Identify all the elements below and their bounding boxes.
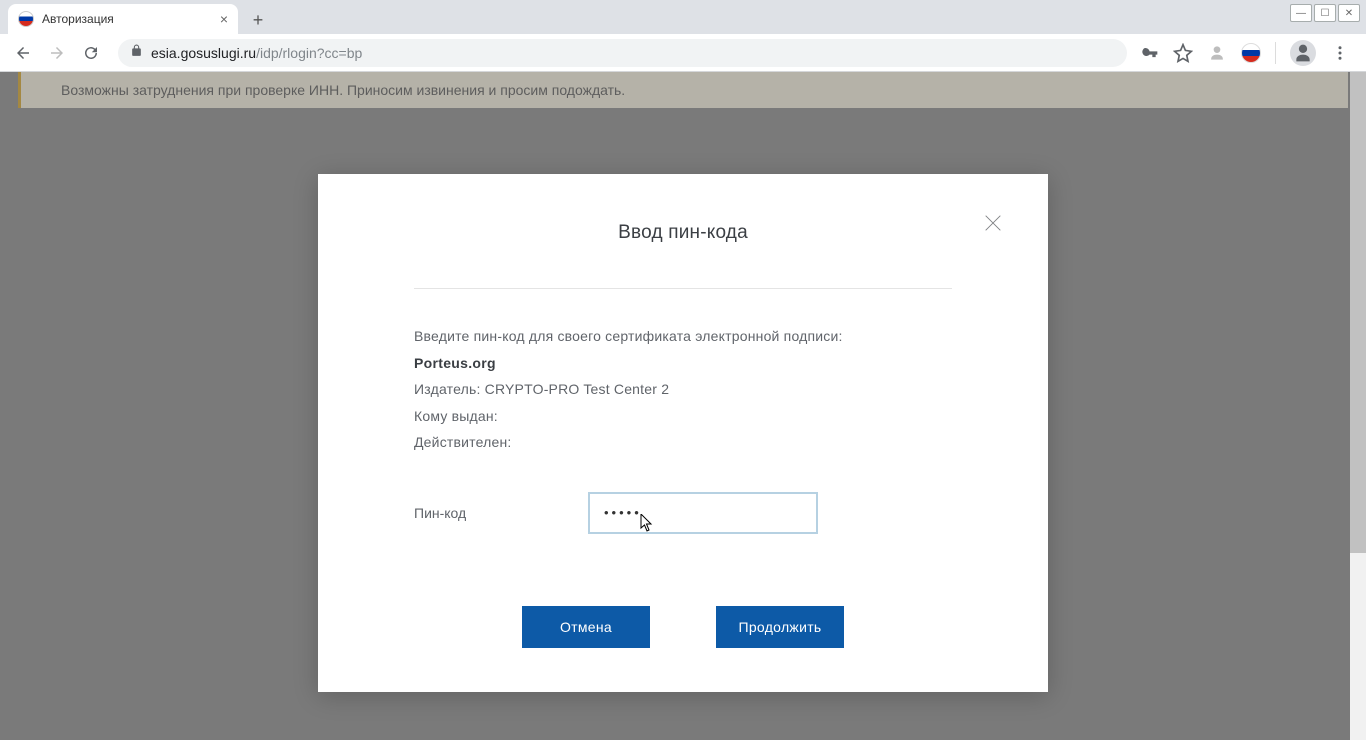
close-icon[interactable]: × — [220, 11, 228, 27]
pin-label: Пин-код — [414, 505, 588, 521]
scrollbar[interactable] — [1350, 72, 1366, 740]
issuer-label: Издатель: — [414, 381, 481, 397]
omnibox[interactable]: esia.gosuslugi.ru/idp/rlogin?cc=bp — [118, 39, 1127, 67]
url-path: /idp/rlogin?cc=bp — [256, 45, 362, 61]
scrollbar-thumb[interactable] — [1350, 72, 1366, 553]
tab-strip: Авторизация × + — ☐ ✕ — [0, 0, 1366, 34]
issuer-value: CRYPTO-PRO Test Center 2 — [485, 381, 670, 397]
star-icon[interactable] — [1173, 43, 1193, 63]
dialog-title: Ввод пин-кода — [414, 222, 952, 244]
subject-label: Кому выдан: — [414, 408, 498, 424]
continue-button[interactable]: Продолжить — [716, 606, 844, 648]
close-window-button[interactable]: ✕ — [1338, 4, 1360, 22]
key-icon[interactable] — [1139, 43, 1159, 63]
dialog-instruction: Введите пин-код для своего сертификата э… — [414, 323, 952, 350]
forward-button[interactable] — [42, 38, 72, 68]
profile-avatar[interactable] — [1290, 40, 1316, 66]
flag-ru-icon — [18, 11, 34, 27]
reload-button[interactable] — [76, 38, 106, 68]
divider — [414, 288, 952, 289]
subject-row: Кому выдан: — [414, 403, 952, 430]
url-host: esia.gosuslugi.ru — [151, 45, 256, 61]
new-tab-button[interactable]: + — [244, 6, 272, 34]
flag-ru-icon[interactable] — [1241, 43, 1261, 63]
toolbar-right — [1139, 40, 1358, 66]
minimize-button[interactable]: — — [1290, 4, 1312, 22]
url-text: esia.gosuslugi.ru/idp/rlogin?cc=bp — [151, 45, 362, 61]
issuer-row: Издатель: CRYPTO-PRO Test Center 2 — [414, 376, 952, 403]
valid-label: Действителен: — [414, 434, 512, 450]
pin-dialog: Ввод пин-кода Введите пин-код для своего… — [318, 174, 1048, 692]
dialog-close-button[interactable] — [982, 212, 1004, 239]
pin-input[interactable] — [588, 492, 818, 534]
lock-icon — [130, 44, 143, 62]
extension-icon[interactable] — [1207, 43, 1227, 63]
browser-tab[interactable]: Авторизация × — [8, 4, 238, 34]
dialog-buttons: Отмена Продолжить — [414, 606, 952, 648]
back-button[interactable] — [8, 38, 38, 68]
pin-row: Пин-код — [414, 492, 952, 534]
tab-title: Авторизация — [42, 12, 212, 26]
address-bar: esia.gosuslugi.ru/idp/rlogin?cc=bp — [0, 34, 1366, 72]
valid-row: Действителен: — [414, 429, 952, 456]
viewport: Возможны затруднения при проверке ИНН. П… — [0, 72, 1366, 740]
cancel-button[interactable]: Отмена — [522, 606, 650, 648]
window-controls: — ☐ ✕ — [1290, 4, 1360, 22]
menu-icon[interactable] — [1330, 43, 1350, 63]
certificate-name: Porteus.org — [414, 350, 952, 377]
maximize-button[interactable]: ☐ — [1314, 4, 1336, 22]
separator — [1275, 42, 1276, 64]
